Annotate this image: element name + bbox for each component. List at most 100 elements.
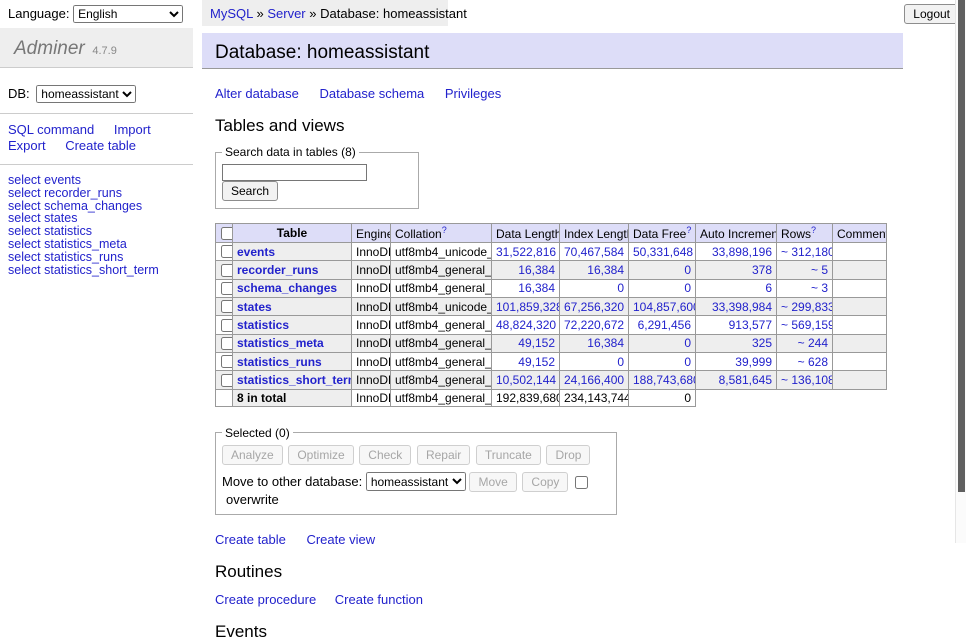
- privileges-link[interactable]: Privileges: [445, 86, 501, 101]
- sidebar-table-link[interactable]: select statistics_runs: [8, 251, 193, 264]
- sidebar-table-link[interactable]: select events: [8, 174, 193, 187]
- alter-database-link[interactable]: Alter database: [215, 86, 299, 101]
- sidebar-divider: [0, 164, 193, 165]
- row-checkbox[interactable]: [221, 245, 233, 258]
- logout-button[interactable]: Logout: [904, 4, 959, 24]
- table-row: schema_changesInnoDButf8mb4_general_ci16…: [216, 279, 887, 297]
- auto-increment-cell: 33,398,984: [696, 297, 777, 315]
- rows-count-cell: ~ 244: [777, 334, 833, 352]
- optimize-button[interactable]: Optimize: [288, 445, 353, 465]
- comment-cell: [833, 261, 887, 279]
- search-button[interactable]: Search: [222, 181, 278, 201]
- help-icon[interactable]: ?: [442, 225, 447, 235]
- collation-cell: utf8mb4_general_ci: [391, 279, 492, 297]
- row-checkbox[interactable]: [221, 282, 233, 295]
- overwrite-checkbox[interactable]: [575, 476, 588, 489]
- comment-cell: [833, 371, 887, 389]
- language-select[interactable]: English: [73, 5, 183, 23]
- data-free-cell: 0: [629, 352, 696, 370]
- row-checkbox[interactable]: [221, 319, 233, 332]
- scrollbar-track[interactable]: [955, 0, 966, 543]
- sidebar-item-export[interactable]: Export: [8, 138, 46, 153]
- data-free-cell: 50,331,648: [629, 243, 696, 261]
- scrollbar-thumb[interactable]: [958, 0, 965, 492]
- sidebar-table-link[interactable]: select statistics_meta: [8, 238, 193, 251]
- create-table-link[interactable]: Create table: [215, 532, 286, 547]
- table-row: statisticsInnoDButf8mb4_general_ci48,824…: [216, 316, 887, 334]
- table-name-link[interactable]: statistics_meta: [237, 336, 324, 350]
- table-name-link[interactable]: statistics_runs: [237, 355, 322, 369]
- collation-cell: utf8mb4_general_ci: [391, 316, 492, 334]
- row-checkbox-cell: [216, 279, 233, 297]
- index-length-cell: 16,384: [560, 261, 629, 279]
- sidebar-actions: SQL command Import Export Create table: [8, 122, 193, 154]
- table-name-cell: statistics_meta: [233, 334, 352, 352]
- row-checkbox[interactable]: [221, 300, 233, 313]
- engine-cell: InnoDB: [352, 371, 391, 389]
- row-checkbox[interactable]: [221, 337, 233, 350]
- table-name-link[interactable]: statistics_short_term: [237, 373, 352, 387]
- sidebar-table-link[interactable]: select statistics_short_term: [8, 264, 193, 277]
- auto-increment-cell: 913,577: [696, 316, 777, 334]
- table-name-link[interactable]: events: [237, 245, 275, 259]
- total-index-length-cell: 234,143,744: [560, 389, 629, 406]
- table-name-link[interactable]: states: [237, 300, 272, 314]
- move-button[interactable]: Move: [469, 472, 516, 492]
- main-content: MySQL » Server » Database: homeassistant…: [202, 0, 955, 642]
- comment-cell: [833, 352, 887, 370]
- create-view-link[interactable]: Create view: [306, 532, 375, 547]
- index-length-cell: 16,384: [560, 334, 629, 352]
- comment-cell: [833, 279, 887, 297]
- copy-button[interactable]: Copy: [522, 472, 568, 492]
- breadcrumb-link-server[interactable]: Server: [267, 6, 305, 21]
- app-version: 4.7.9: [92, 45, 116, 57]
- row-checkbox[interactable]: [221, 264, 233, 277]
- sidebar-item-sql-command[interactable]: SQL command: [8, 122, 94, 137]
- data-free-cell: 188,743,680: [629, 371, 696, 389]
- collation-cell: utf8mb4_general_ci: [391, 261, 492, 279]
- data-length-cell: 16,384: [492, 279, 560, 297]
- column-header-auto-increment: Auto Increment?: [696, 224, 777, 243]
- help-icon[interactable]: ?: [811, 225, 816, 235]
- index-length-cell: 0: [560, 279, 629, 297]
- sidebar-table-link[interactable]: select recorder_runs: [8, 187, 193, 200]
- help-icon[interactable]: ?: [686, 225, 691, 235]
- row-checkbox[interactable]: [221, 374, 233, 387]
- engine-cell: InnoDB: [352, 261, 391, 279]
- tables-list: Table Engine? Collation? Data Length? In…: [215, 223, 887, 407]
- create-function-link[interactable]: Create function: [335, 592, 423, 607]
- row-checkbox-cell: [216, 334, 233, 352]
- select-all-checkbox[interactable]: [221, 227, 233, 240]
- drop-button[interactable]: Drop: [546, 445, 590, 465]
- check-button[interactable]: Check: [359, 445, 411, 465]
- database-schema-link[interactable]: Database schema: [319, 86, 424, 101]
- breadcrumb-link-mysql[interactable]: MySQL: [210, 6, 253, 21]
- overwrite-label: overwrite: [226, 492, 279, 507]
- search-input[interactable]: [222, 164, 367, 181]
- db-label: DB:: [8, 86, 30, 101]
- table-name-link[interactable]: schema_changes: [237, 281, 337, 295]
- total-empty-cell: [216, 389, 233, 406]
- breadcrumb-separator: »: [309, 6, 316, 21]
- table-name-link[interactable]: statistics: [237, 318, 289, 332]
- database-links: Alter database Database schema Privilege…: [215, 86, 955, 101]
- row-checkbox[interactable]: [221, 355, 233, 368]
- sidebar-item-create-table[interactable]: Create table: [65, 138, 136, 153]
- db-selector-row: DB: homeassistant: [8, 85, 193, 103]
- tables-body: eventsInnoDButf8mb4_unicode_ci31,522,816…: [216, 243, 887, 407]
- create-procedure-link[interactable]: Create procedure: [215, 592, 316, 607]
- data-length-cell: 49,152: [492, 334, 560, 352]
- repair-button[interactable]: Repair: [417, 445, 470, 465]
- column-header-data-length: Data Length?: [492, 224, 560, 243]
- move-database-select[interactable]: homeassistant: [366, 472, 466, 491]
- engine-cell: InnoDB: [352, 316, 391, 334]
- table-row: statesInnoDButf8mb4_unicode_ci101,859,32…: [216, 297, 887, 315]
- table-row: statistics_runsInnoDButf8mb4_general_ci4…: [216, 352, 887, 370]
- db-select[interactable]: homeassistant: [36, 85, 136, 103]
- move-row: Move to other database: homeassistant Mo…: [222, 472, 610, 507]
- engine-cell: InnoDB: [352, 297, 391, 315]
- sidebar-item-import[interactable]: Import: [114, 122, 151, 137]
- table-name-link[interactable]: recorder_runs: [237, 263, 318, 277]
- truncate-button[interactable]: Truncate: [476, 445, 541, 465]
- analyze-button[interactable]: Analyze: [222, 445, 283, 465]
